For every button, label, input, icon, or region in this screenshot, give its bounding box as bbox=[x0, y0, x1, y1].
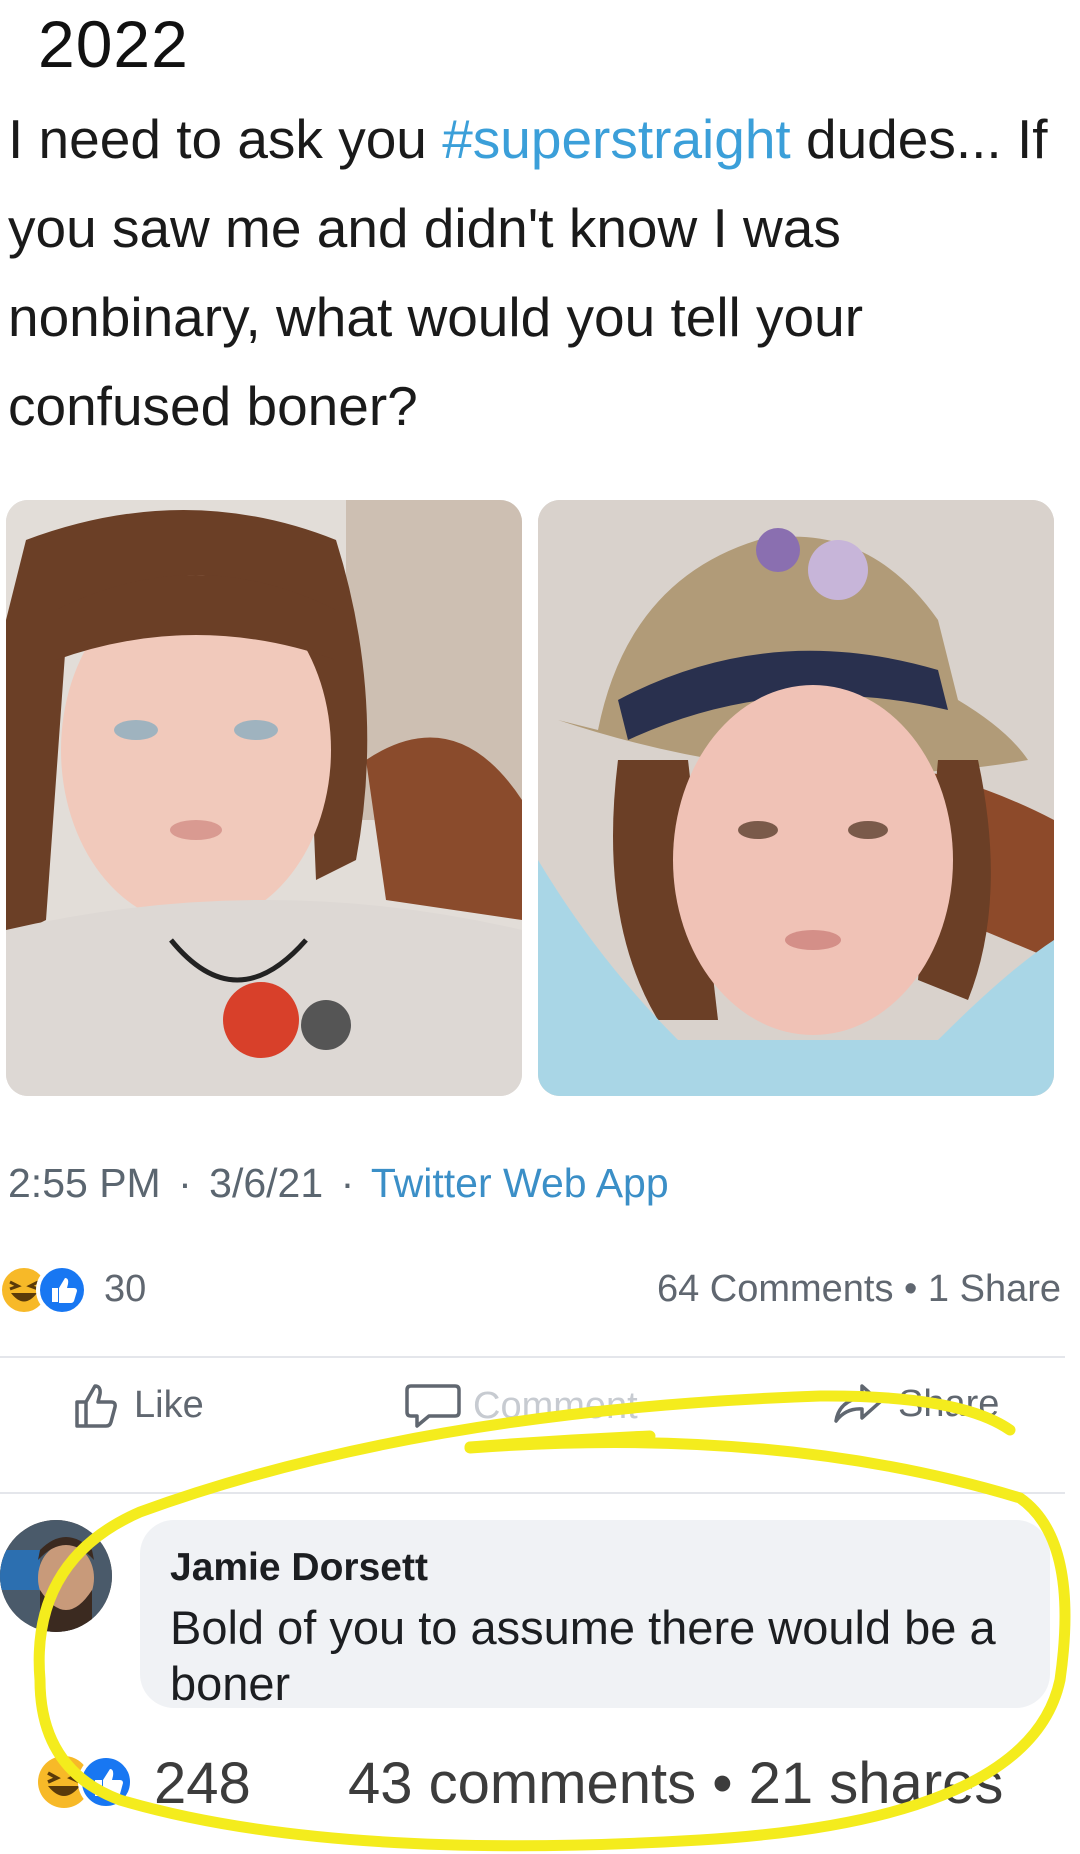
tweet-text-start: I need to ask you bbox=[8, 108, 443, 170]
reactions-count[interactable]: 30 bbox=[104, 1268, 146, 1311]
tweet-meta: 2:55 PM · 3/6/21 · Twitter Web App bbox=[8, 1160, 669, 1207]
comments-shares-count[interactable]: 43 comments • 21 shares bbox=[348, 1750, 1003, 1817]
bottom-stats-bar: 248 43 comments • 21 shares bbox=[0, 1746, 1065, 1826]
caption-year: 2022 bbox=[38, 7, 189, 81]
share-button[interactable]: Share bbox=[832, 1380, 999, 1428]
comments-shares-count[interactable]: 64 Comments • 1 Share bbox=[657, 1268, 1061, 1311]
tweet-date: 3/6/21 bbox=[209, 1160, 324, 1206]
share-label: Share bbox=[898, 1382, 1000, 1425]
like-reaction-icon bbox=[36, 1264, 88, 1316]
like-thumb-icon bbox=[75, 1384, 117, 1428]
comment-bubble-icon bbox=[405, 1384, 461, 1428]
comment-button[interactable]: Comment bbox=[405, 1380, 638, 1432]
meta-separator: · bbox=[178, 1160, 192, 1206]
reaction-icons[interactable] bbox=[36, 1752, 136, 1812]
tweet-photo-right[interactable] bbox=[538, 500, 1054, 1096]
share-arrow-icon bbox=[834, 1384, 882, 1423]
comment-item: Jamie Dorsett Bold of you to assume ther… bbox=[0, 1520, 1065, 1720]
comment-text: Bold of you to assume there would be a b… bbox=[170, 1601, 996, 1710]
like-label: Like bbox=[134, 1383, 204, 1426]
divider bbox=[0, 1492, 1065, 1494]
like-reaction-icon bbox=[78, 1754, 134, 1810]
tweet-photos bbox=[6, 500, 1054, 1096]
tweet-photo-left[interactable] bbox=[6, 500, 522, 1096]
reactions-count[interactable]: 248 bbox=[154, 1750, 251, 1817]
meta-separator: · bbox=[340, 1160, 355, 1206]
tweet-source-link[interactable]: Twitter Web App bbox=[371, 1160, 669, 1206]
comment-bubble: Jamie Dorsett Bold of you to assume ther… bbox=[140, 1520, 1050, 1710]
action-bar: Like Comment Share bbox=[0, 1380, 1065, 1450]
like-button[interactable]: Like bbox=[72, 1380, 204, 1430]
divider bbox=[0, 1356, 1065, 1358]
tweet-time: 2:55 PM bbox=[8, 1160, 161, 1206]
comment-author-name[interactable]: Jamie Dorsett bbox=[170, 1546, 428, 1590]
post-stats-bar: 30 64 Comments • 1 Share bbox=[0, 1262, 1065, 1322]
tweet-text: I need to ask you #superstraight dudes..… bbox=[8, 95, 1068, 451]
comment-label: Comment bbox=[473, 1384, 638, 1427]
reaction-icons[interactable] bbox=[0, 1262, 92, 1318]
hashtag-link[interactable]: #superstraight bbox=[442, 108, 791, 170]
avatar[interactable] bbox=[0, 1520, 112, 1632]
